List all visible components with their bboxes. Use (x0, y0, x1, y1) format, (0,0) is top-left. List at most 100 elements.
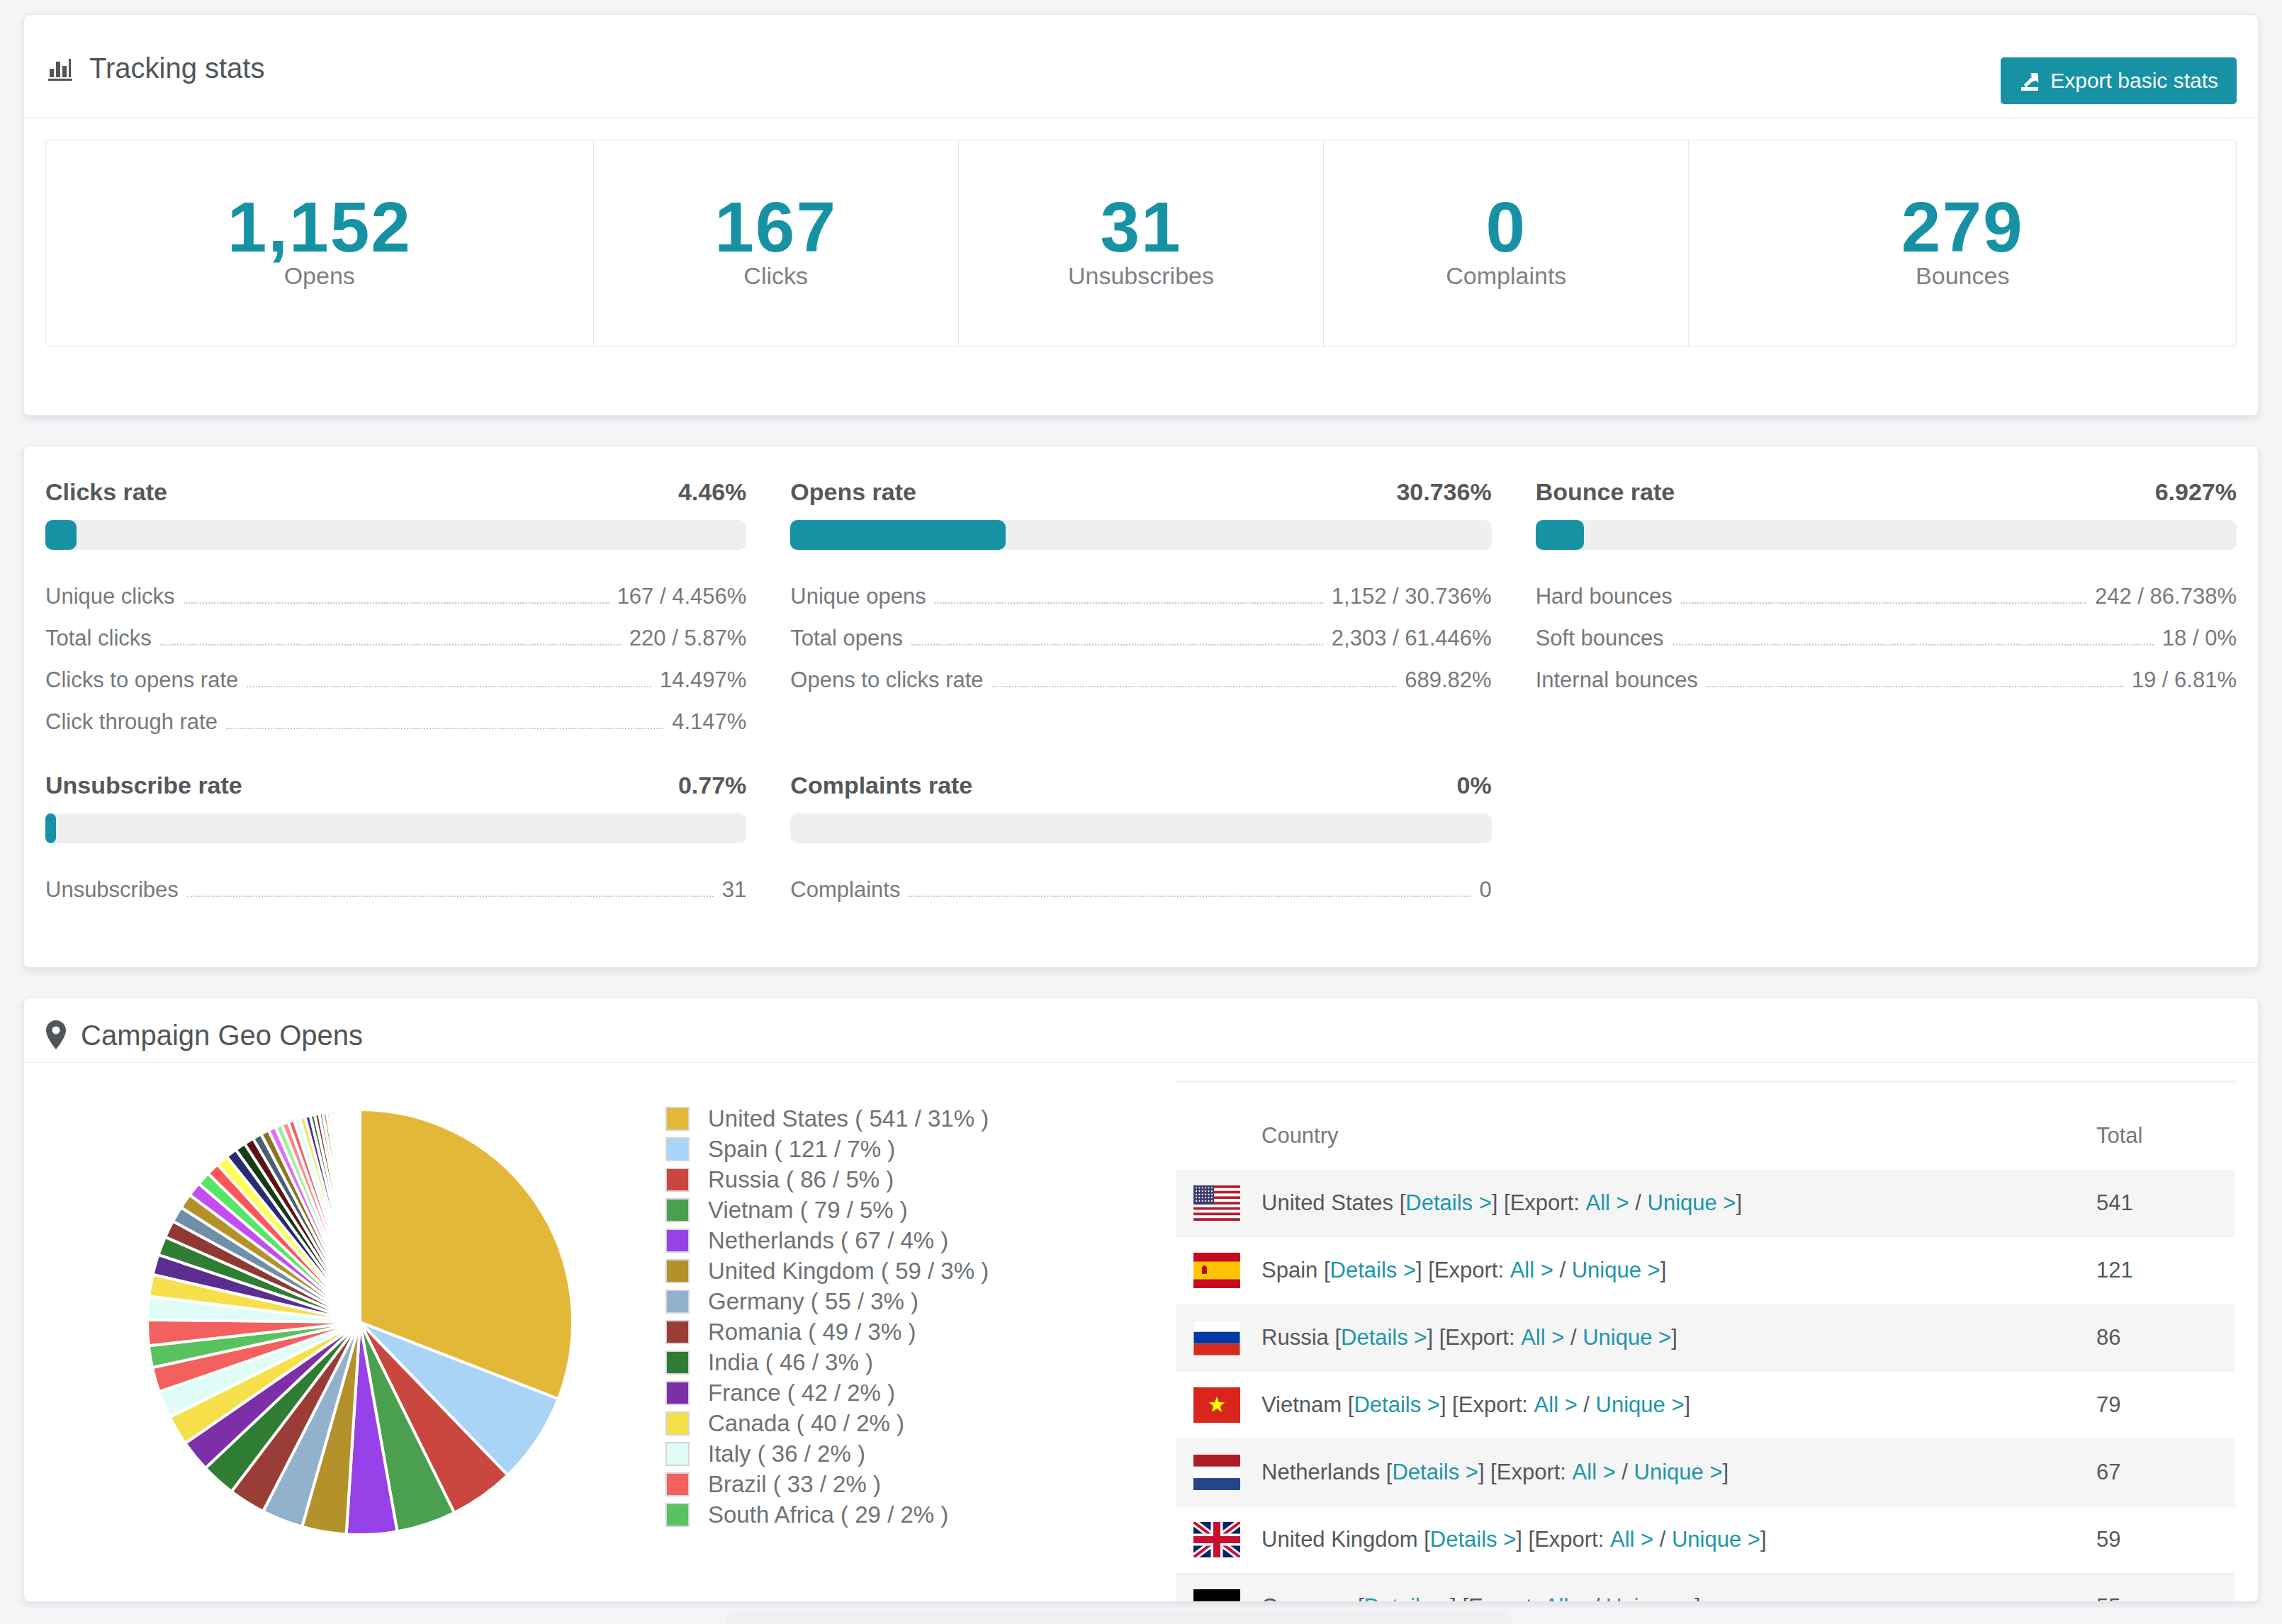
legend-item: South Africa ( 29 / 2% ) (665, 1503, 1160, 1527)
country-total: 55 (2096, 1574, 2235, 1603)
export-unique-link[interactable]: Unique > (1634, 1460, 1723, 1485)
total-column-header: Total (2096, 1082, 2235, 1171)
bounces-label: Bounces (1689, 262, 2236, 290)
export-all-link[interactable]: All > (1586, 1190, 1629, 1216)
complaints-count: 0 (1324, 193, 1688, 261)
geo-legend: United States ( 541 / 31% )Spain ( 121 /… (650, 1063, 1160, 1602)
legend-item: Vietnam ( 79 / 5% ) (665, 1198, 1160, 1222)
rate-title: Clicks rate (45, 478, 167, 506)
rate-title: Unsubscribe rate (45, 771, 242, 799)
geo-body: United States ( 541 / 31% )Spain ( 121 /… (24, 1063, 2258, 1602)
flag-icon-ru (1193, 1320, 1240, 1355)
export-all-link[interactable]: All > (1610, 1527, 1653, 1552)
stat-label: Unsubscribes (45, 879, 179, 901)
rate-rows: Unsubscribes 31 (45, 869, 746, 910)
bottom-scroll-pill (725, 1611, 1512, 1624)
details-link[interactable]: Details > (1392, 1460, 1478, 1485)
export-all-link[interactable]: All > (1534, 1392, 1578, 1418)
complaints-label: Complaints (1324, 262, 1688, 290)
progress-bar (790, 813, 1491, 843)
unsubscribes-label: Unsubscribes (959, 262, 1323, 290)
stat-value: 689.82% (1405, 669, 1491, 691)
dotted-leader (187, 896, 714, 897)
geo-table-row: Russia [Details >] [Export: All > / Uniq… (1176, 1304, 2235, 1372)
details-link[interactable]: Details > (1341, 1325, 1427, 1350)
geo-table-row: United States [Details >] [Export: All >… (1176, 1170, 2235, 1237)
pie-slice[interactable] (359, 1110, 360, 1322)
country-total: 121 (2096, 1237, 2235, 1304)
export-basic-stats-button[interactable]: Export basic stats (2001, 57, 2237, 104)
export-unique-link[interactable]: Unique > (1583, 1325, 1671, 1350)
geo-title: Campaign Geo Opens (45, 1018, 363, 1052)
export-unique-link[interactable]: Unique > (1648, 1190, 1736, 1216)
export-unique-link[interactable]: Unique > (1672, 1527, 1760, 1552)
geo-table-wrap: Country Total United States [Details >] … (1176, 1081, 2235, 1602)
country-name: United States (1261, 1190, 1400, 1216)
details-link[interactable]: Details > (1405, 1190, 1491, 1216)
progress-bar-fill (45, 813, 56, 843)
stat-line: Clicks to opens rate 14.497% (45, 659, 746, 701)
stat-label: Complaints (790, 879, 900, 901)
rate-value: 4.46% (678, 478, 746, 506)
geo-table-row: United Kingdom [Details >] [Export: All … (1176, 1506, 2235, 1574)
legend-item: United Kingdom ( 59 / 3% ) (665, 1259, 1160, 1283)
legend-swatch (665, 1137, 690, 1161)
geo-table-row: Netherlands [Details >] [Export: All > /… (1176, 1439, 2235, 1506)
details-link[interactable]: Details > (1364, 1594, 1450, 1602)
stat-line: Opens to clicks rate 689.82% (790, 659, 1491, 701)
legend-swatch (665, 1320, 690, 1344)
flag-icon-us (1193, 1185, 1240, 1221)
country-name: Spain (1261, 1258, 1324, 1283)
legend-label: India ( 46 / 3% ) (708, 1350, 873, 1375)
rate-head: Complaints rate 0% (790, 771, 1491, 799)
flag-icon-nl (1193, 1455, 1240, 1490)
export-unique-link[interactable]: Unique > (1606, 1594, 1694, 1602)
legend-swatch (665, 1442, 690, 1466)
rate-block-opens-rate: Opens rate 30.736% Unique opens 1,152 / … (790, 478, 1491, 743)
progress-bar (790, 520, 1491, 550)
summary-row: 1,152 Opens 167 Clicks 31 Unsubscribes 0… (45, 140, 2237, 346)
rate-rows: Unique clicks 167 / 4.456% Total clicks … (45, 575, 746, 743)
details-link[interactable]: Details > (1354, 1392, 1439, 1418)
unsubscribes-count: 31 (959, 193, 1323, 261)
export-all-link[interactable]: All > (1510, 1258, 1553, 1283)
export-unique-link[interactable]: Unique > (1572, 1258, 1660, 1283)
summary-clicks: 167 Clicks (594, 140, 959, 346)
legend-item: Russia ( 86 / 5% ) (665, 1168, 1160, 1192)
flag-icon-gb (1193, 1522, 1240, 1557)
country-name: Vietnam (1261, 1392, 1348, 1418)
stat-value: 0 (1479, 879, 1491, 901)
details-link[interactable]: Details > (1330, 1258, 1416, 1283)
legend-label: Brazil ( 33 / 2% ) (708, 1472, 881, 1496)
dotted-leader (909, 896, 1471, 897)
stat-line: Hard bounces 242 / 86.738% (1536, 575, 2237, 617)
country-total: 541 (2096, 1170, 2235, 1237)
rate-value: 0% (1457, 771, 1492, 799)
country-name: Germany (1261, 1594, 1358, 1602)
clicks-label: Clicks (594, 262, 958, 290)
rate-value: 6.927% (2155, 478, 2237, 506)
stat-line: Complaints 0 (790, 869, 1491, 910)
rate-block-bounce-rate: Bounce rate 6.927% Hard bounces 242 / 86… (1536, 478, 2237, 743)
country-total: 79 (2096, 1372, 2235, 1439)
summary-complaints: 0 Complaints (1324, 140, 1689, 346)
stat-value: 1,152 / 30.736% (1332, 585, 1492, 607)
details-link[interactable]: Details > (1430, 1527, 1516, 1552)
export-all-link[interactable]: All > (1521, 1325, 1564, 1350)
export-unique-link[interactable]: Unique > (1596, 1392, 1685, 1418)
export-all-link[interactable]: All > (1573, 1460, 1616, 1485)
geo-opens-pie-chart[interactable] (143, 1105, 577, 1539)
tracking-stats-header: Tracking stats Export basic stats (24, 15, 2258, 118)
dotted-leader (911, 644, 1323, 645)
legend-swatch (665, 1290, 690, 1314)
dotted-leader (247, 686, 651, 687)
geo-header: Campaign Geo Opens (24, 998, 2258, 1063)
rate-title: Complaints rate (790, 771, 972, 799)
page: Tracking stats Export basic stats 1,152 … (0, 0, 2282, 1624)
legend-swatch (665, 1198, 690, 1222)
stat-line: Soft bounces 18 / 0% (1536, 617, 2237, 659)
export-all-link[interactable]: All > (1544, 1594, 1587, 1602)
geo-title-text: Campaign Geo Opens (81, 1018, 363, 1052)
clicks-count: 167 (594, 193, 958, 261)
legend-item: Romania ( 49 / 3% ) (665, 1320, 1160, 1344)
